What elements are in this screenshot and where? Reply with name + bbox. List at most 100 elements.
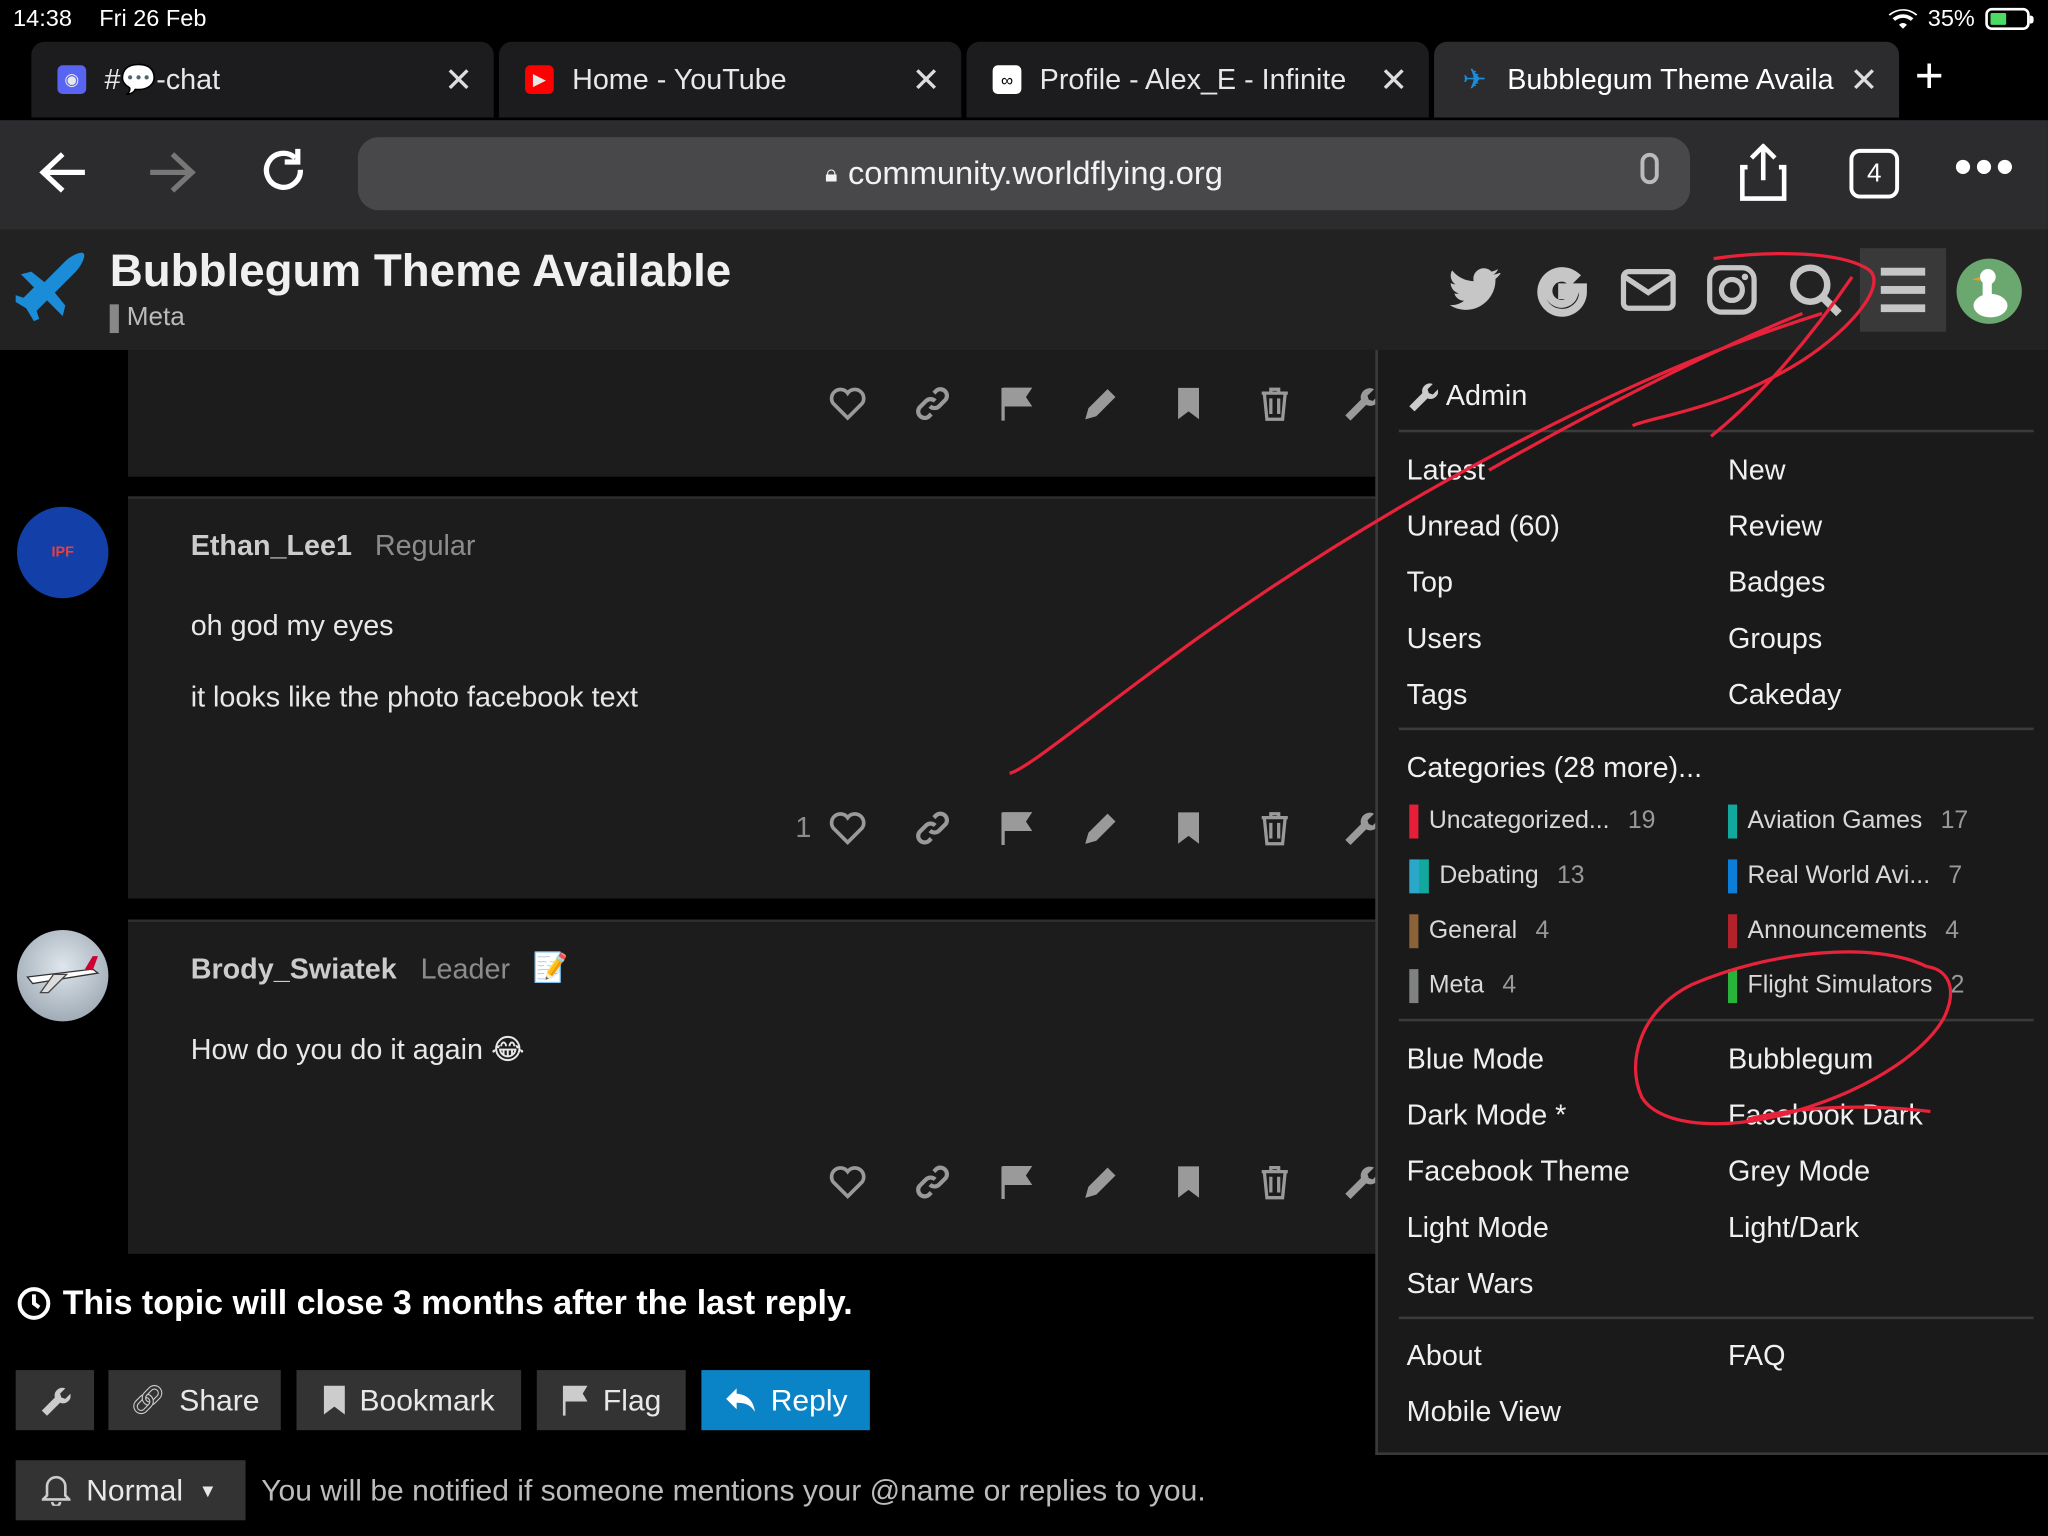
menu-admin[interactable]: Admin	[1407, 378, 1528, 413]
bookmark-icon[interactable]	[1169, 384, 1208, 423]
delete-icon[interactable]	[1255, 1162, 1294, 1201]
instagram-icon[interactable]	[1703, 261, 1760, 318]
link-icon[interactable]	[913, 1162, 952, 1201]
category-label: Meta	[126, 303, 185, 332]
menu-footer-link[interactable]: FAQ	[1728, 1339, 1785, 1373]
category-name: Announcements	[1747, 916, 1927, 945]
tab-discord[interactable]: ◉ #💬-chat ✕	[31, 41, 494, 118]
menu-link[interactable]: Latest	[1407, 453, 1485, 487]
delete-icon[interactable]	[1255, 808, 1294, 847]
link-icon[interactable]	[913, 808, 952, 847]
category-item[interactable]: Aviation Games 17	[1727, 804, 1968, 839]
hamburger-menu-button[interactable]	[1859, 248, 1947, 332]
microphone-icon[interactable]	[1640, 152, 1659, 185]
post-username[interactable]: Ethan_Lee1	[191, 529, 352, 563]
share-label: Share	[179, 1382, 260, 1417]
notification-description: You will be notified if someone mentions…	[261, 1473, 1206, 1508]
back-icon[interactable]	[37, 149, 89, 196]
category-item[interactable]: General 4	[1409, 914, 1549, 949]
bookmark-icon[interactable]	[1169, 808, 1208, 847]
close-tab-icon[interactable]: ✕	[1380, 59, 1408, 99]
menu-footer-link[interactable]: Mobile View	[1407, 1395, 1561, 1429]
flag-button[interactable]: Flag	[536, 1370, 686, 1431]
category-item[interactable]: Real World Avi... 7	[1727, 859, 1963, 894]
youtube-icon: ▶	[525, 65, 554, 95]
bookmark-button[interactable]: Bookmark	[296, 1370, 522, 1431]
topic-title[interactable]: Bubblegum Theme Available	[110, 246, 731, 298]
category-item[interactable]: Announcements 4	[1727, 914, 1959, 949]
like-icon[interactable]	[828, 808, 867, 847]
edit-icon[interactable]	[1081, 808, 1120, 847]
category-item[interactable]: Uncategorized... 19	[1409, 804, 1655, 839]
like-icon[interactable]	[828, 1162, 867, 1201]
menu-categories-header[interactable]: Categories (28 more)...	[1407, 751, 1702, 785]
category-item[interactable]: Meta 4	[1409, 969, 1516, 1004]
post-text-line: oh god my eyes	[190, 608, 394, 642]
tab-profile[interactable]: ∞ Profile - Alex_E - Infinite ✕	[966, 41, 1429, 118]
admin-wrench-button[interactable]	[15, 1370, 95, 1431]
google-icon[interactable]	[1533, 261, 1590, 318]
avatar[interactable]	[16, 929, 109, 1022]
share-button[interactable]: 🔗︎ Share	[108, 1370, 281, 1431]
menu-link[interactable]: New	[1728, 453, 1785, 487]
avatar[interactable]: IPF	[16, 506, 109, 599]
menu-admin-label: Admin	[1445, 378, 1528, 412]
reply-button[interactable]: Reply	[701, 1370, 870, 1431]
theme-option[interactable]: Star Wars	[1407, 1267, 1534, 1301]
theme-option[interactable]: Grey Mode	[1728, 1155, 1870, 1189]
edit-icon[interactable]	[1081, 384, 1120, 423]
tab-bubblegum[interactable]: ✈ Bubblegum Theme Availa ✕	[1434, 41, 1900, 118]
category-color-swatch	[1409, 914, 1419, 949]
wrench-icon[interactable]	[1340, 808, 1380, 847]
menu-link[interactable]: Top	[1407, 566, 1453, 600]
notification-level-button[interactable]: Normal ▼	[15, 1460, 246, 1521]
theme-option[interactable]: Light Mode	[1407, 1211, 1549, 1245]
menu-link[interactable]: Unread (60)	[1407, 509, 1560, 543]
menu-link[interactable]: Groups	[1728, 622, 1822, 656]
user-avatar[interactable]	[1956, 258, 2022, 324]
wrench-icon[interactable]	[1340, 384, 1380, 423]
theme-option[interactable]: Facebook Dark	[1728, 1098, 1923, 1132]
flag-icon[interactable]	[998, 384, 1037, 423]
reload-icon[interactable]	[259, 146, 309, 196]
menu-link[interactable]: Cakeday	[1728, 678, 1841, 712]
category-item[interactable]: Flight Simulators 2	[1727, 969, 1964, 1004]
theme-option[interactable]: Light/Dark	[1728, 1211, 1859, 1245]
category-item[interactable]: Debating 13	[1409, 859, 1585, 894]
wrench-icon[interactable]	[1340, 1162, 1380, 1201]
menu-link[interactable]: Users	[1407, 622, 1482, 656]
theme-option[interactable]: Bubblegum	[1728, 1042, 1873, 1076]
topic-category[interactable]: Meta	[109, 303, 185, 333]
menu-link[interactable]: Tags	[1407, 678, 1468, 712]
theme-option[interactable]: Blue Mode	[1407, 1042, 1544, 1076]
like-count[interactable]: 1	[795, 811, 811, 845]
new-tab-button[interactable]: +	[1915, 50, 1944, 106]
category-count: 7	[1948, 862, 1963, 890]
flag-icon[interactable]	[998, 808, 1037, 847]
edit-icon[interactable]	[1081, 1162, 1120, 1201]
menu-link[interactable]: Review	[1728, 509, 1822, 543]
menu-footer-link[interactable]: About	[1407, 1339, 1482, 1373]
twitter-icon[interactable]	[1447, 261, 1504, 318]
address-bar[interactable]: 🔒︎ community.worldflying.org	[357, 137, 1691, 211]
close-tab-icon[interactable]: ✕	[444, 59, 472, 99]
forward-icon[interactable]	[146, 149, 198, 196]
tab-count-button[interactable]: 4	[1849, 148, 1900, 199]
search-icon[interactable]	[1787, 261, 1844, 318]
menu-link[interactable]: Badges	[1728, 566, 1825, 600]
site-logo-icon[interactable]	[15, 248, 94, 324]
share-icon[interactable]	[1740, 143, 1787, 201]
tab-youtube[interactable]: ▶ Home - YouTube ✕	[498, 41, 962, 118]
close-tab-icon[interactable]: ✕	[912, 59, 940, 99]
theme-option[interactable]: Dark Mode *	[1407, 1098, 1567, 1132]
link-icon[interactable]	[913, 384, 952, 423]
post-username[interactable]: Brody_Swiatek	[191, 952, 397, 986]
flag-icon[interactable]	[998, 1162, 1037, 1201]
more-icon[interactable]: •••	[1954, 138, 2017, 197]
delete-icon[interactable]	[1255, 384, 1294, 423]
like-icon[interactable]	[828, 384, 867, 423]
mail-icon[interactable]	[1620, 261, 1677, 318]
close-tab-icon[interactable]: ✕	[1850, 59, 1878, 99]
bookmark-icon[interactable]	[1169, 1162, 1208, 1201]
theme-option[interactable]: Facebook Theme	[1407, 1155, 1630, 1189]
